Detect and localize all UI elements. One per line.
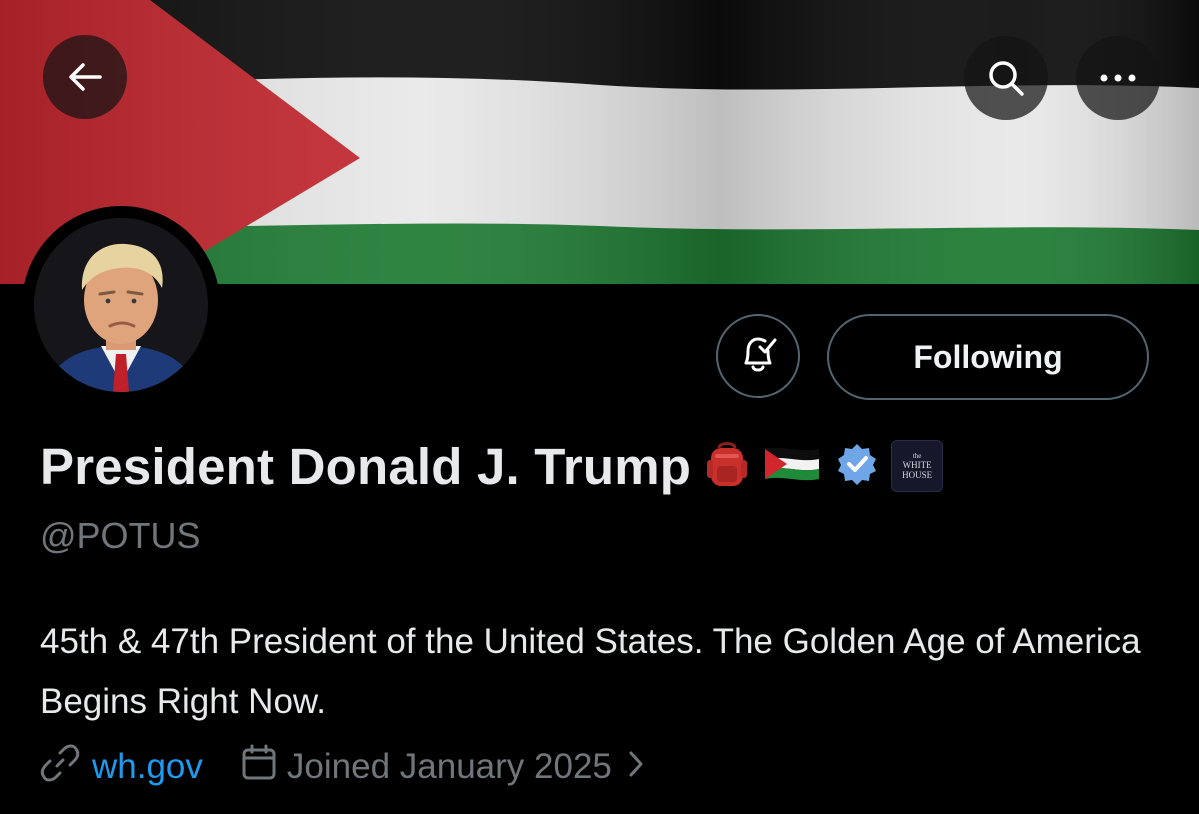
chevron-right-icon[interactable] <box>628 747 644 787</box>
profile-handle: @POTUS <box>40 515 201 556</box>
bell-check-icon <box>738 333 778 380</box>
affiliation-line2: WHITE <box>902 460 932 470</box>
white-house-affiliation-badge[interactable]: the WHITE HOUSE <box>891 440 944 492</box>
profile-meta-row: wh.gov Joined January 2025 <box>40 742 644 792</box>
backpack-icon <box>705 440 749 493</box>
joined-date: Joined January 2025 <box>286 747 612 786</box>
avatar[interactable] <box>22 206 220 404</box>
palestine-flag-icon <box>763 443 821 490</box>
affiliation-line3: HOUSE <box>902 470 933 480</box>
verified-badge-icon[interactable] <box>835 442 879 491</box>
following-button[interactable]: Following <box>827 314 1149 400</box>
search-button[interactable] <box>964 36 1048 120</box>
affiliation-line1: the <box>912 452 922 460</box>
notifications-button[interactable] <box>716 314 800 398</box>
profile-name-row: President Donald J. Trump the WHITE HOUS… <box>40 434 944 498</box>
back-button[interactable] <box>43 35 127 119</box>
display-name: President Donald J. Trump <box>40 437 692 495</box>
avatar-photo <box>34 218 208 392</box>
arrow-left-icon <box>68 62 102 92</box>
link-icon <box>40 743 80 792</box>
calendar-icon <box>241 744 277 791</box>
more-options-button[interactable] <box>1076 36 1160 120</box>
search-icon <box>986 58 1026 98</box>
profile-bio: 45th & 47th President of the United Stat… <box>40 622 1141 721</box>
website-link[interactable]: wh.gov <box>92 747 203 787</box>
more-dots-icon <box>1098 73 1138 83</box>
